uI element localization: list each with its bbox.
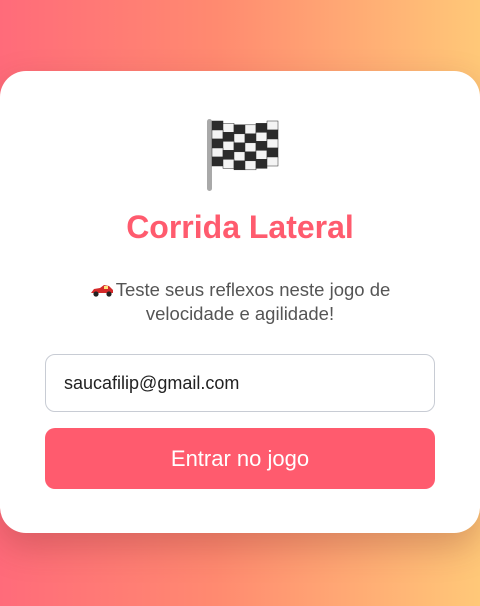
email-field[interactable] bbox=[45, 354, 435, 412]
enter-game-button[interactable]: Entrar no jogo bbox=[45, 428, 435, 489]
subtitle: Teste seus reflexos neste jogo de veloci… bbox=[70, 278, 410, 326]
checkered-flag-icon bbox=[207, 119, 279, 191]
login-card: Corrida Lateral Teste seus reflexos nest… bbox=[0, 71, 480, 533]
race-car-icon bbox=[90, 285, 113, 297]
page-title: Corrida Lateral bbox=[126, 209, 354, 245]
subtitle-text: Teste seus reflexos neste jogo de veloci… bbox=[115, 279, 391, 324]
